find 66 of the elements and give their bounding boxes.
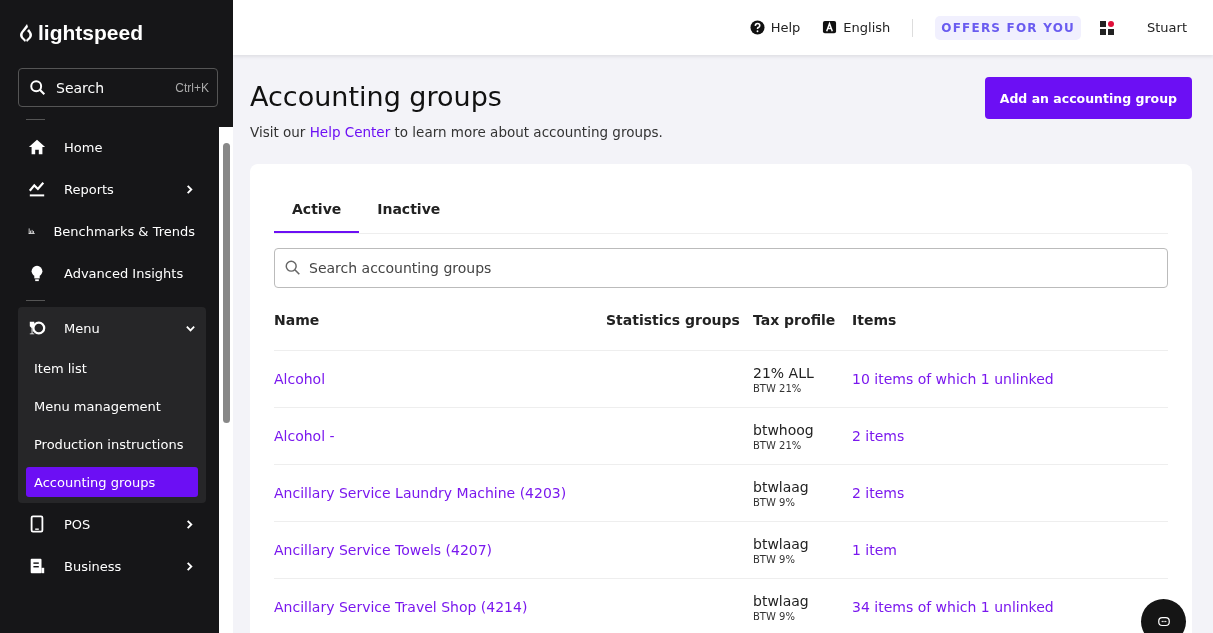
submenu-item[interactable]: Menu management <box>26 387 198 425</box>
column-header: Tax profile <box>753 312 837 328</box>
language-icon <box>822 20 838 35</box>
receipt-icon <box>28 557 46 575</box>
tax-profile: btwhoog <box>753 421 814 438</box>
submenu-item[interactable]: Item list <box>26 349 198 387</box>
tablet-icon <box>28 515 46 533</box>
tab[interactable]: Active <box>274 184 360 233</box>
search-icon <box>29 78 47 97</box>
nav-item[interactable]: Benchmarks & Trends <box>18 210 205 252</box>
chat-icon <box>1156 614 1171 629</box>
nav-item[interactable]: Menu <box>18 307 206 349</box>
help-center-link[interactable]: Help Center <box>309 124 391 140</box>
column-header: Statistics groups <box>606 312 741 328</box>
group-name-link[interactable]: Ancillary Service Laundry Machine (4203) <box>274 485 567 501</box>
tax-profile: btwlaag <box>753 535 809 552</box>
add-group-button[interactable]: Add an accounting group <box>984 77 1192 119</box>
tax-profile: btwlaag <box>753 478 809 495</box>
tax-profile: btwlaag <box>753 592 809 609</box>
flame-icon <box>18 23 34 43</box>
search-icon <box>284 259 302 277</box>
items-link[interactable]: 34 items of which 1 unlinked <box>852 599 1054 615</box>
submenu-item[interactable]: Production instructions <box>26 425 198 463</box>
submenu-item[interactable]: Accounting groups <box>26 467 198 497</box>
items-link[interactable]: 1 item <box>852 542 897 558</box>
group-name-link[interactable]: Alcohol - <box>274 428 335 444</box>
chevron-right-icon <box>184 560 195 572</box>
group-name-link[interactable]: Ancillary Service Towels (4207) <box>274 542 493 558</box>
chevron-right-icon <box>184 183 195 195</box>
intro-text: Visit our Help Center to learn more about accounting groups. <box>250 124 663 140</box>
help-icon <box>749 20 765 35</box>
items-link[interactable]: 2 items <box>852 428 905 444</box>
tax-rate: BTW 21% <box>753 382 802 394</box>
group-name-link[interactable]: Alcohol <box>274 371 326 387</box>
nav-item[interactable]: Advanced Insights <box>18 252 205 294</box>
scrollbar[interactable] <box>219 127 233 633</box>
user-menu[interactable]: Stuart <box>1147 20 1187 35</box>
nav-item[interactable]: POS <box>18 503 205 545</box>
offers-button[interactable]: OFFERS FOR YOU <box>935 15 1081 40</box>
tab[interactable]: Inactive <box>359 184 459 233</box>
items-link[interactable]: 10 items of which 1 unlinked <box>852 371 1054 387</box>
search-field[interactable]: Search accounting groups <box>274 248 1168 288</box>
tax-rate: BTW 9% <box>753 553 795 565</box>
tax-rate: BTW 9% <box>753 496 795 508</box>
chevron-right-icon <box>184 518 195 530</box>
column-header: Items <box>852 312 898 328</box>
dish-icon <box>28 319 46 337</box>
column-header: Name <box>274 312 321 328</box>
search-field[interactable]: Search Ctrl+K <box>18 68 218 107</box>
page-title: Accounting groups <box>250 81 503 112</box>
nav-item[interactable]: Reports <box>18 168 205 210</box>
nav-item[interactable]: Business <box>18 545 205 587</box>
items-link[interactable]: 2 items <box>852 485 905 501</box>
logo-text: lightspeed <box>38 21 143 45</box>
home-icon <box>28 138 46 156</box>
tax-rate: BTW 21% <box>753 439 802 451</box>
apps-grid-icon[interactable] <box>1099 19 1115 36</box>
shortcut-hint: Ctrl+K <box>175 80 209 95</box>
group-name-link[interactable]: Ancillary Service Travel Shop (4214) <box>274 599 528 615</box>
tax-rate: BTW 9% <box>753 610 795 622</box>
language-selector[interactable]: English <box>822 20 891 35</box>
tax-profile: 21% ALL <box>753 364 814 381</box>
lightspeed-logo[interactable]: lightspeed <box>0 0 233 48</box>
help-link[interactable]: Help <box>749 20 801 35</box>
chart-icon <box>28 180 46 198</box>
nav-item[interactable]: Home <box>18 126 205 168</box>
